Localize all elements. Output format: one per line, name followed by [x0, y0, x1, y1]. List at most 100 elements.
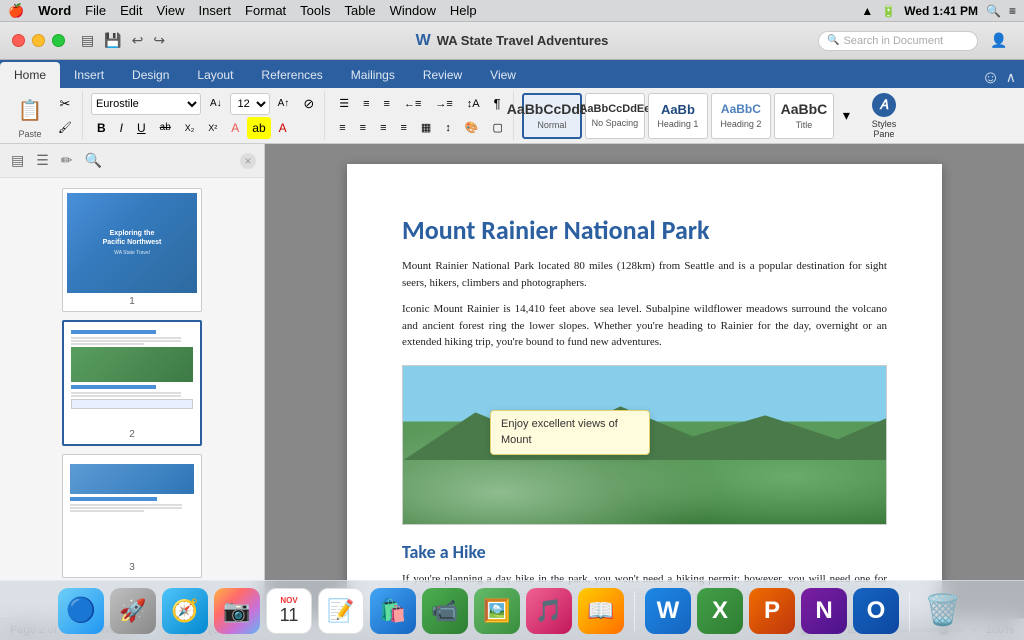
dock-launchpad[interactable]: 🚀: [110, 588, 156, 634]
page-thumbnail-3[interactable]: 3: [62, 454, 202, 578]
sidebar-pages-icon[interactable]: ▤: [8, 149, 27, 172]
subscript-button[interactable]: X₂: [179, 117, 201, 139]
increase-indent-button[interactable]: →≡: [429, 93, 458, 115]
file-menu[interactable]: File: [85, 3, 106, 18]
paste-button[interactable]: 📋: [10, 93, 50, 129]
tab-references[interactable]: References: [247, 62, 336, 88]
styles-pane-button[interactable]: 𝐴 StylesPane: [859, 93, 909, 139]
edit-menu[interactable]: Edit: [120, 3, 142, 18]
sidebar-list-icon[interactable]: ☰: [33, 149, 52, 172]
emoji-button[interactable]: ☺: [981, 67, 999, 88]
bold-button[interactable]: B: [91, 117, 112, 139]
minimize-button[interactable]: [32, 34, 45, 47]
multilevel-list-button[interactable]: ≡: [378, 93, 396, 115]
dock-photos2[interactable]: 🖼️: [474, 588, 520, 634]
font-size-select[interactable]: 12: [230, 93, 270, 115]
app-name[interactable]: Word: [38, 3, 71, 18]
line-spacing-button[interactable]: ↕: [439, 117, 457, 139]
align-right-button[interactable]: ≡: [374, 117, 392, 139]
superscript-button[interactable]: X²: [202, 117, 223, 139]
dock-powerpoint[interactable]: P: [749, 588, 795, 634]
borders-button[interactable]: ▢: [487, 117, 509, 139]
dock-music[interactable]: 🎵: [526, 588, 572, 634]
style-normal[interactable]: AaBbCcDdEe Normal: [522, 93, 582, 139]
styles-more-button[interactable]: ▾: [837, 105, 856, 127]
thumb-3-image: [67, 459, 197, 559]
style-heading2[interactable]: AaBbC Heading 2: [711, 93, 771, 139]
document-area[interactable]: Mount Rainier National Park Mount Rainie…: [265, 144, 1024, 618]
dock-word[interactable]: W: [645, 588, 691, 634]
ribbon-collapse[interactable]: ∧: [1006, 69, 1016, 86]
text-color-button[interactable]: A: [273, 117, 293, 139]
dock-excel[interactable]: X: [697, 588, 743, 634]
search-icon[interactable]: 🔍: [986, 4, 1001, 18]
highlight-button[interactable]: ab: [247, 117, 270, 139]
style-title[interactable]: AaBbC Title: [774, 93, 834, 139]
sidebar-search-icon[interactable]: 🔍: [82, 149, 105, 172]
dock-books[interactable]: 📖: [578, 588, 624, 634]
tools-menu[interactable]: Tools: [300, 3, 330, 18]
close-button[interactable]: [12, 34, 25, 47]
font-color-button[interactable]: A: [225, 117, 245, 139]
redo-icon[interactable]: ↪: [149, 30, 169, 51]
dock-calendar[interactable]: NOV 11: [266, 588, 312, 634]
apple-menu[interactable]: 🍎: [8, 3, 24, 19]
pages-icon[interactable]: ▤: [77, 30, 98, 51]
format-painter[interactable]: 🖌: [52, 117, 78, 139]
sidebar-edit-icon[interactable]: ✏: [58, 149, 76, 172]
justify-button[interactable]: ≡: [394, 117, 412, 139]
align-left-button[interactable]: ≡: [333, 117, 351, 139]
sidebar-close-button[interactable]: ×: [240, 153, 256, 169]
decrease-indent-button[interactable]: ←≡: [398, 93, 427, 115]
dock-photos[interactable]: 📷: [214, 588, 260, 634]
align-center-button[interactable]: ≡: [354, 117, 372, 139]
dock-onenote[interactable]: N: [801, 588, 847, 634]
view-menu[interactable]: View: [157, 3, 185, 18]
dock-appstore[interactable]: 🛍️: [370, 588, 416, 634]
tab-view[interactable]: View: [476, 62, 530, 88]
tab-mailings[interactable]: Mailings: [337, 62, 409, 88]
increase-font-button[interactable]: A↑: [272, 93, 296, 115]
notification-icon[interactable]: ≡: [1009, 4, 1016, 18]
dock-reminders[interactable]: 📝: [318, 588, 364, 634]
clear-format-button[interactable]: ⊘: [297, 93, 320, 115]
dock-outlook[interactable]: O: [853, 588, 899, 634]
font-family-select[interactable]: Eurostile: [91, 93, 201, 115]
strikethrough-button[interactable]: ab: [154, 117, 177, 139]
maximize-button[interactable]: [52, 34, 65, 47]
format-menu[interactable]: Format: [245, 3, 286, 18]
table-menu[interactable]: Table: [345, 3, 376, 18]
style-normal-label: Normal: [537, 120, 566, 130]
undo-icon[interactable]: ↩: [128, 30, 148, 51]
bullets-button[interactable]: ☰: [333, 93, 355, 115]
dock-facetime[interactable]: 📹: [422, 588, 468, 634]
wifi-icon[interactable]: ▲: [861, 4, 873, 18]
help-menu[interactable]: Help: [450, 3, 477, 18]
tab-insert[interactable]: Insert: [60, 62, 118, 88]
dock-trash[interactable]: 🗑️: [920, 588, 966, 634]
sort-button[interactable]: ↕A: [461, 93, 486, 115]
decrease-font-button[interactable]: A↓: [204, 93, 228, 115]
tab-review[interactable]: Review: [409, 62, 476, 88]
italic-button[interactable]: I: [114, 117, 129, 139]
underline-button[interactable]: U: [131, 117, 152, 139]
style-nospacing[interactable]: AaBbCcDdEe No Spacing: [585, 93, 645, 139]
cut-button[interactable]: ✂: [52, 93, 78, 115]
style-heading1[interactable]: AaBb Heading 1: [648, 93, 708, 139]
dock-finder[interactable]: 🔵: [58, 588, 104, 634]
save-icon[interactable]: 💾: [100, 30, 125, 51]
shading-button[interactable]: 🎨: [459, 117, 485, 139]
dock-safari[interactable]: 🧭: [162, 588, 208, 634]
search-box[interactable]: 🔍 Search in Document: [818, 31, 978, 51]
tab-design[interactable]: Design: [118, 62, 183, 88]
window-menu[interactable]: Window: [390, 3, 436, 18]
columns-button[interactable]: ▦: [415, 117, 437, 139]
tab-layout[interactable]: Layout: [183, 62, 247, 88]
page-thumbnail-2[interactable]: 2: [62, 320, 202, 446]
show-marks-button[interactable]: ¶: [488, 93, 507, 115]
tab-home[interactable]: Home: [0, 62, 60, 88]
insert-menu[interactable]: Insert: [198, 3, 231, 18]
page-thumbnail-1[interactable]: Exploring thePacific Northwest WA State …: [62, 188, 202, 312]
share-button[interactable]: 👤: [986, 28, 1012, 54]
numbering-button[interactable]: ≡: [357, 93, 375, 115]
